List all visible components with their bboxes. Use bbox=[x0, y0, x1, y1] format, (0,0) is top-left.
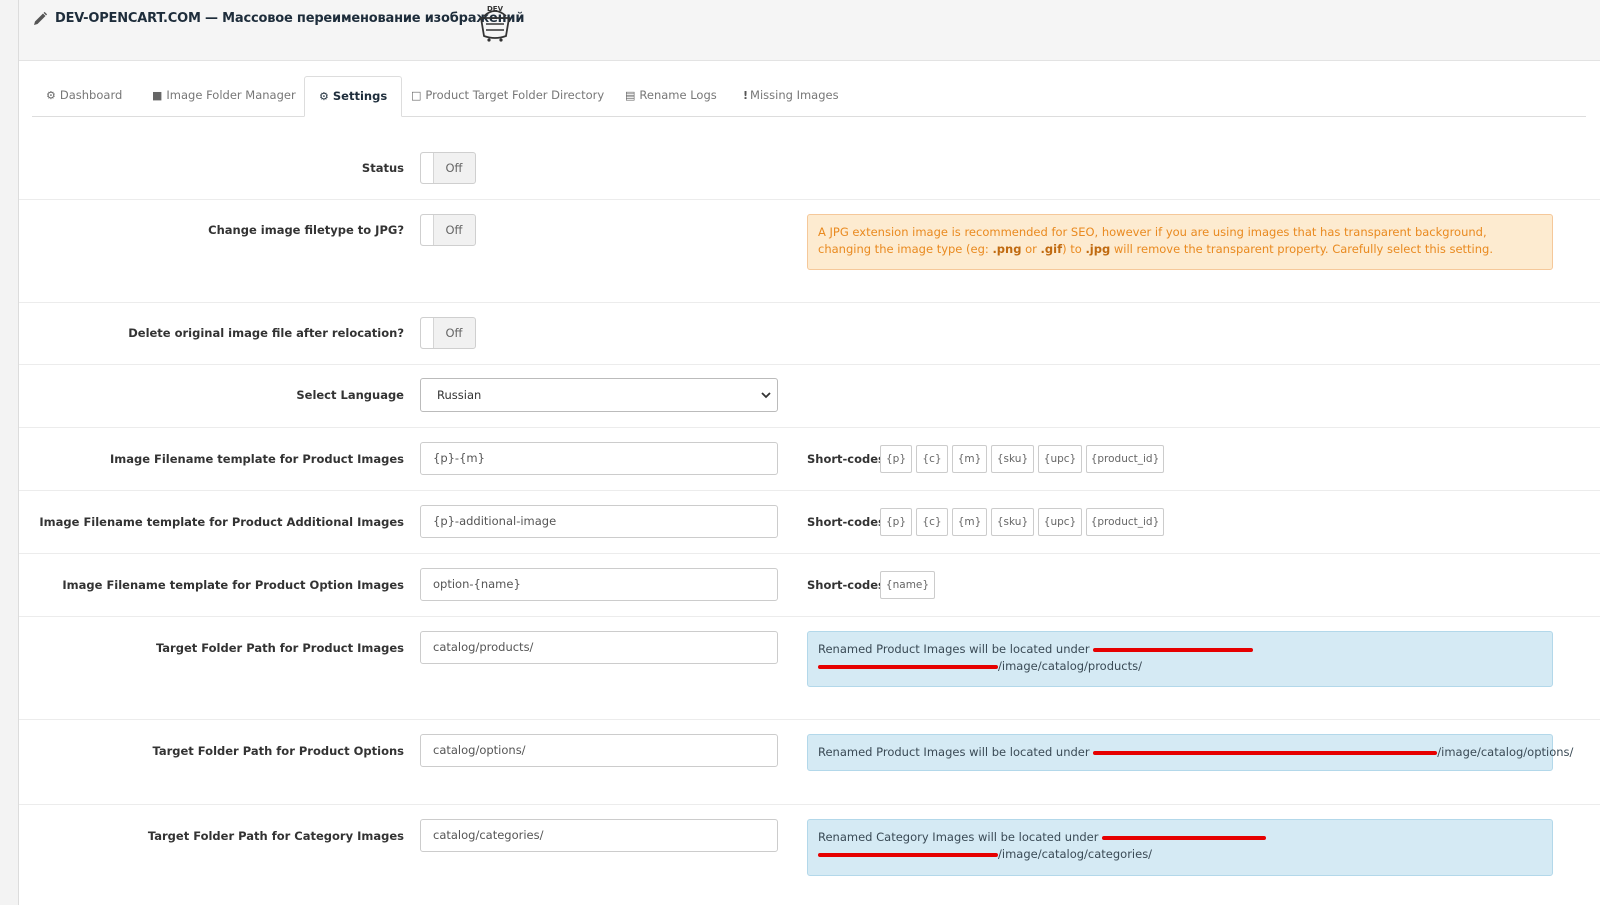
tab-image-folder-manager[interactable]: ■ Image Folder Manager bbox=[152, 76, 296, 114]
setting-row-change-filetype: Change image filetype to JPG? Off A JPG … bbox=[19, 200, 1600, 303]
change-filetype-label: Change image filetype to JPG? bbox=[208, 223, 404, 237]
chevron-down-icon bbox=[761, 392, 771, 399]
option-template-label: Image Filename template for Product Opti… bbox=[62, 578, 404, 592]
folder-open-icon: □ bbox=[411, 88, 422, 102]
setting-row-option-template: Image Filename template for Product Opti… bbox=[19, 554, 1600, 617]
category-folder-info: Renamed Category Images will be located … bbox=[807, 819, 1553, 876]
delete-original-label: Delete original image file after relocat… bbox=[128, 326, 404, 340]
setting-row-category-folder: Target Folder Path for Category Images c… bbox=[19, 805, 1600, 905]
category-folder-input[interactable]: catalog/categories/ bbox=[420, 819, 778, 852]
options-folder-label: Target Folder Path for Product Options bbox=[152, 744, 404, 758]
status-toggle[interactable]: Off bbox=[420, 152, 476, 184]
shortcode-m[interactable]: {m} bbox=[952, 508, 987, 536]
toggle-value: Off bbox=[445, 326, 463, 340]
page-title: DEV-OPENCART.COM — Массовое переименован… bbox=[55, 11, 525, 26]
setting-row-product-template: Image Filename template for Product Imag… bbox=[19, 428, 1600, 491]
category-folder-label: Target Folder Path for Category Images bbox=[147, 829, 404, 843]
option-template-input[interactable]: option-{name} bbox=[420, 568, 778, 601]
options-folder-input[interactable]: catalog/options/ bbox=[420, 734, 778, 767]
tab-dashboard[interactable]: ⚙ Dashboard bbox=[46, 76, 122, 114]
exclamation-icon: ! bbox=[743, 88, 749, 102]
shortcode-product-id[interactable]: {product_id} bbox=[1086, 445, 1164, 473]
product-template-input[interactable]: {p}-{m} bbox=[420, 442, 778, 475]
setting-row-options-folder: Target Folder Path for Product Options c… bbox=[19, 720, 1600, 805]
shortcode-sku[interactable]: {sku} bbox=[991, 445, 1034, 473]
product-folder-info: Renamed Product Images will be located u… bbox=[807, 631, 1553, 687]
setting-row-additional-template: Image Filename template for Product Addi… bbox=[19, 491, 1600, 554]
left-sidebar bbox=[0, 0, 19, 905]
pencil-icon bbox=[34, 11, 48, 25]
shortcode-name[interactable]: {name} bbox=[880, 571, 935, 599]
shortcode-upc[interactable]: {upc} bbox=[1038, 508, 1082, 536]
dashboard-icon: ⚙ bbox=[46, 88, 56, 102]
calendar-icon: ▤ bbox=[625, 88, 636, 102]
options-folder-info: Renamed Product Images will be located u… bbox=[807, 734, 1573, 771]
setting-row-status: Status Off bbox=[19, 136, 1600, 200]
shortcode-p[interactable]: {p} bbox=[880, 508, 912, 536]
status-label: Status bbox=[361, 161, 404, 175]
page: DEV-OPENCART.COM — Массовое переименован… bbox=[19, 0, 1600, 905]
language-label: Select Language bbox=[296, 388, 404, 402]
setting-row-language: Select Language Russian bbox=[19, 365, 1600, 428]
tab-missing-images[interactable]: ! Missing Images bbox=[743, 76, 839, 114]
dev-opencart-logo: DEV bbox=[479, 5, 511, 42]
setting-row-product-folder: Target Folder Path for Product Images ca… bbox=[19, 617, 1600, 720]
redacted-path bbox=[818, 662, 998, 672]
shortcode-c[interactable]: {c} bbox=[916, 445, 948, 473]
change-filetype-toggle[interactable]: Off bbox=[420, 214, 476, 246]
language-selected-value: Russian bbox=[437, 388, 482, 402]
shortcode-m[interactable]: {m} bbox=[952, 445, 987, 473]
redacted-path bbox=[818, 850, 998, 860]
folder-icon: ■ bbox=[152, 88, 163, 102]
product-folder-label: Target Folder Path for Product Images bbox=[155, 641, 404, 655]
cogs-icon: ⚙ bbox=[319, 89, 329, 103]
additional-template-input[interactable]: {p}-additional-image bbox=[420, 505, 778, 538]
redacted-path bbox=[1093, 645, 1254, 655]
tab-settings[interactable]: ⚙ Settings bbox=[304, 76, 403, 117]
toggle-value: Off bbox=[445, 223, 463, 237]
product-template-label: Image Filename template for Product Imag… bbox=[109, 452, 404, 466]
language-select[interactable]: Russian bbox=[420, 378, 778, 412]
page-header: DEV-OPENCART.COM — Массовое переименован… bbox=[19, 0, 1600, 61]
redacted-path bbox=[1093, 748, 1438, 758]
shortcode-c[interactable]: {c} bbox=[916, 508, 948, 536]
additional-template-label: Image Filename template for Product Addi… bbox=[39, 515, 404, 529]
tab-product-target-folder-directory[interactable]: □ Product Target Folder Directory bbox=[411, 76, 604, 114]
product-folder-input[interactable]: catalog/products/ bbox=[420, 631, 778, 664]
shortcode-upc[interactable]: {upc} bbox=[1038, 445, 1082, 473]
redacted-path bbox=[1102, 833, 1267, 843]
tab-rename-logs[interactable]: ▤ Rename Logs bbox=[625, 76, 717, 114]
setting-row-delete-original: Delete original image file after relocat… bbox=[19, 303, 1600, 365]
shortcode-product-id[interactable]: {product_id} bbox=[1086, 508, 1164, 536]
tab-bar: ⚙ Dashboard ■ Image Folder Manager ⚙ Settin… bbox=[32, 76, 1586, 117]
jpg-warning-alert: A JPG extension image is recommended for… bbox=[807, 214, 1553, 270]
toggle-value: Off bbox=[445, 161, 463, 175]
shortcode-p[interactable]: {p} bbox=[880, 445, 912, 473]
shortcode-sku[interactable]: {sku} bbox=[991, 508, 1034, 536]
delete-original-toggle[interactable]: Off bbox=[420, 317, 476, 349]
